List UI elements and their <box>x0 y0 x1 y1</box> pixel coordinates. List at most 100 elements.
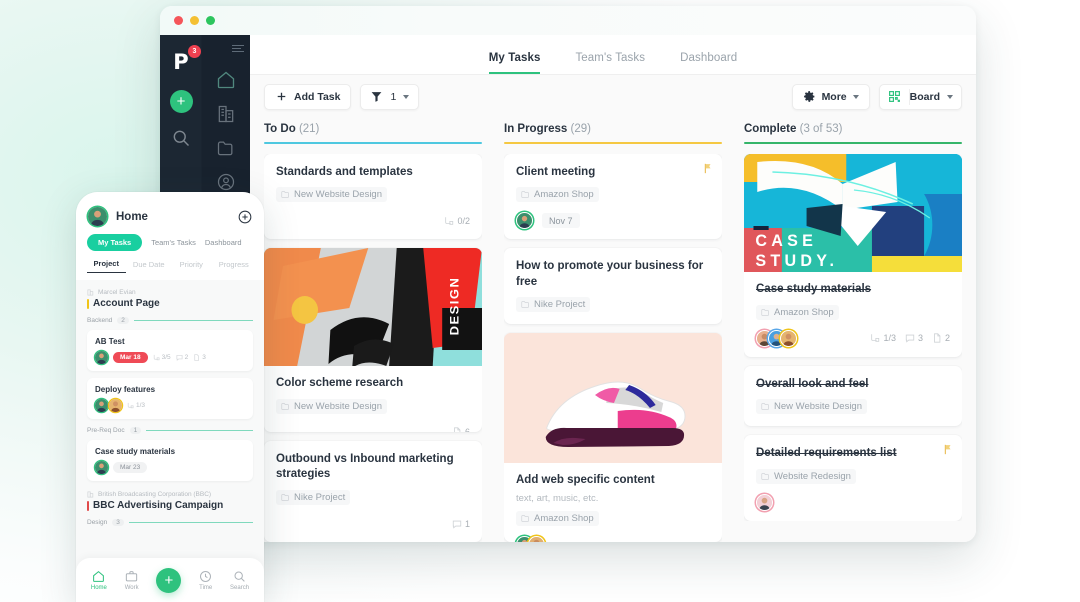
phone-nav-label: Search <box>230 584 250 591</box>
phone-nav-label: Work <box>124 584 139 591</box>
phone-nav-search[interactable]: Search <box>230 570 249 591</box>
card-metrics: 0/2 <box>444 216 470 226</box>
filter-button[interactable]: 1 <box>360 83 420 110</box>
avatar[interactable] <box>95 461 108 474</box>
task-card[interactable]: Client meeting Amazon Shop Nov 7 <box>504 153 722 240</box>
avatar[interactable] <box>516 212 533 230</box>
phone-nav-home[interactable]: Home <box>91 570 107 591</box>
task-card[interactable]: Outbound vs Inbound marketing strategies… <box>264 440 482 542</box>
card-footer: 1/3 3 2 <box>756 329 950 347</box>
card-project-tag[interactable]: New Website Design <box>756 399 868 415</box>
task-card[interactable]: Add web specific content text, art, musi… <box>504 333 722 542</box>
sidebar-add-button[interactable]: + <box>169 90 193 113</box>
briefcase-icon <box>125 570 138 583</box>
due-date-pill[interactable]: Nov 7 <box>542 213 580 229</box>
file-metric: 2 <box>932 333 950 343</box>
card-title: Standards and templates <box>276 165 413 178</box>
card-project-tag[interactable]: Amazon Shop <box>516 510 599 526</box>
task-card[interactable]: Detailed requirements list Website Redes… <box>744 435 962 521</box>
phone-nav-time[interactable]: Time <box>199 570 212 591</box>
phone-task-card[interactable]: Case study materials Mar 23 <box>87 440 253 481</box>
card-project-tag[interactable]: Amazon Shop <box>516 187 599 203</box>
avatar[interactable] <box>756 493 773 511</box>
card-title: Client meeting <box>516 165 596 178</box>
card-project-tag[interactable]: Amazon Shop <box>756 304 839 320</box>
card-footer: Nov 7 <box>516 212 710 230</box>
column-count: (21) <box>298 123 320 135</box>
card-footer <box>516 535 710 542</box>
minimize-window-button[interactable] <box>190 16 199 25</box>
person-icon[interactable] <box>216 172 236 192</box>
tab-my-tasks[interactable]: My Tasks <box>488 52 541 74</box>
file-icon <box>193 354 200 361</box>
more-button[interactable]: More <box>791 83 870 110</box>
building-icon[interactable] <box>216 104 236 124</box>
folder-icon <box>761 308 770 317</box>
group-label: Pre-Req Doc <box>87 427 125 434</box>
phone-subtab-project[interactable]: Project <box>87 259 126 273</box>
subtask-metric: 1/3 <box>127 402 145 409</box>
card-project-tag[interactable]: Nike Project <box>516 297 591 313</box>
phone-tab-dashboard[interactable]: Dashboard <box>205 234 242 251</box>
avatar[interactable] <box>528 535 545 542</box>
task-card[interactable]: DESIGN Color scheme research New Website… <box>264 248 482 432</box>
card-project-tag[interactable]: Nike Project <box>276 490 351 505</box>
search-icon[interactable] <box>171 128 191 148</box>
assignee-avatars[interactable] <box>756 493 773 511</box>
breadcrumb: Marcel Evian <box>87 289 253 296</box>
tab-teams-tasks[interactable]: Team's Tasks <box>575 52 645 74</box>
due-date-pill[interactable]: Mar 23 <box>113 462 148 473</box>
phone-subtab-due-date[interactable]: Due Date <box>130 260 169 273</box>
app-logo[interactable]: P 3 <box>168 45 201 75</box>
view-mode-button[interactable]: Board <box>910 91 961 103</box>
card-project-tag[interactable]: Website Redesign <box>756 468 856 484</box>
maximize-window-button[interactable] <box>206 16 215 25</box>
card-title: Add web specific content <box>516 474 655 487</box>
card-footer: 1/3 <box>95 399 245 412</box>
card-title: Deploy features <box>95 385 156 394</box>
column-header: Complete (3 of 53) <box>744 123 962 135</box>
grid-view-icon[interactable] <box>880 90 909 103</box>
phone-tab-teams-tasks[interactable]: Team's Tasks <box>151 234 196 251</box>
assignee-avatars[interactable] <box>516 535 545 542</box>
folder-icon <box>521 190 530 199</box>
task-card[interactable]: Overall look and feel New Website Design <box>744 365 962 427</box>
phone-subtab-priority[interactable]: Priority <box>172 260 211 273</box>
folder-icon <box>761 402 770 411</box>
task-card[interactable]: How to promote your business for free Ni… <box>504 248 722 325</box>
avatar[interactable] <box>109 399 122 412</box>
assignee-avatars[interactable] <box>756 329 797 347</box>
task-card[interactable]: Standards and templates New Website Desi… <box>264 153 482 240</box>
more-label: More <box>821 90 847 103</box>
card-thumbnail: CASE STUDY. <box>744 154 962 272</box>
avatar[interactable] <box>780 329 797 347</box>
avatar[interactable] <box>95 351 108 364</box>
phone-tab-my-tasks[interactable]: My Tasks <box>87 234 143 251</box>
task-card[interactable]: CASE STUDY. Case study materials Amazon … <box>744 154 962 357</box>
card-metrics: 6 <box>452 427 470 432</box>
comment-icon <box>452 519 462 529</box>
close-window-button[interactable] <box>174 16 183 25</box>
logo-letter: P <box>173 49 189 74</box>
menu-toggle-icon[interactable] <box>232 45 244 52</box>
phone-nav-work[interactable]: Work <box>125 570 139 591</box>
tab-dashboard[interactable]: Dashboard <box>680 52 737 74</box>
folder-icon[interactable] <box>216 138 236 158</box>
card-project-tag[interactable]: New Website Design <box>276 398 388 414</box>
avatar[interactable] <box>95 399 108 412</box>
card-project-label: Amazon Shop <box>534 189 594 201</box>
phone-subtab-progress[interactable]: Progress <box>215 260 254 273</box>
phone-add-fab[interactable]: + <box>156 567 182 593</box>
plus-circle-icon[interactable] <box>238 210 252 224</box>
phone-task-card[interactable]: Deploy features 1/3 <box>87 378 253 419</box>
comment-count: 1 <box>464 518 470 529</box>
svg-text:STUDY.: STUDY. <box>755 251 838 271</box>
phone-task-card[interactable]: AB Test Mar 18 3/5 2 3 <box>87 330 253 371</box>
home-icon[interactable] <box>216 70 236 90</box>
subtask-count: 1/3 <box>136 402 146 409</box>
avatar[interactable] <box>88 207 107 226</box>
assignee-avatars[interactable] <box>516 212 533 230</box>
card-project-tag[interactable]: New Website Design <box>276 187 388 203</box>
add-task-button[interactable]: Add Task <box>264 83 352 110</box>
due-date-pill[interactable]: Mar 18 <box>113 352 148 363</box>
